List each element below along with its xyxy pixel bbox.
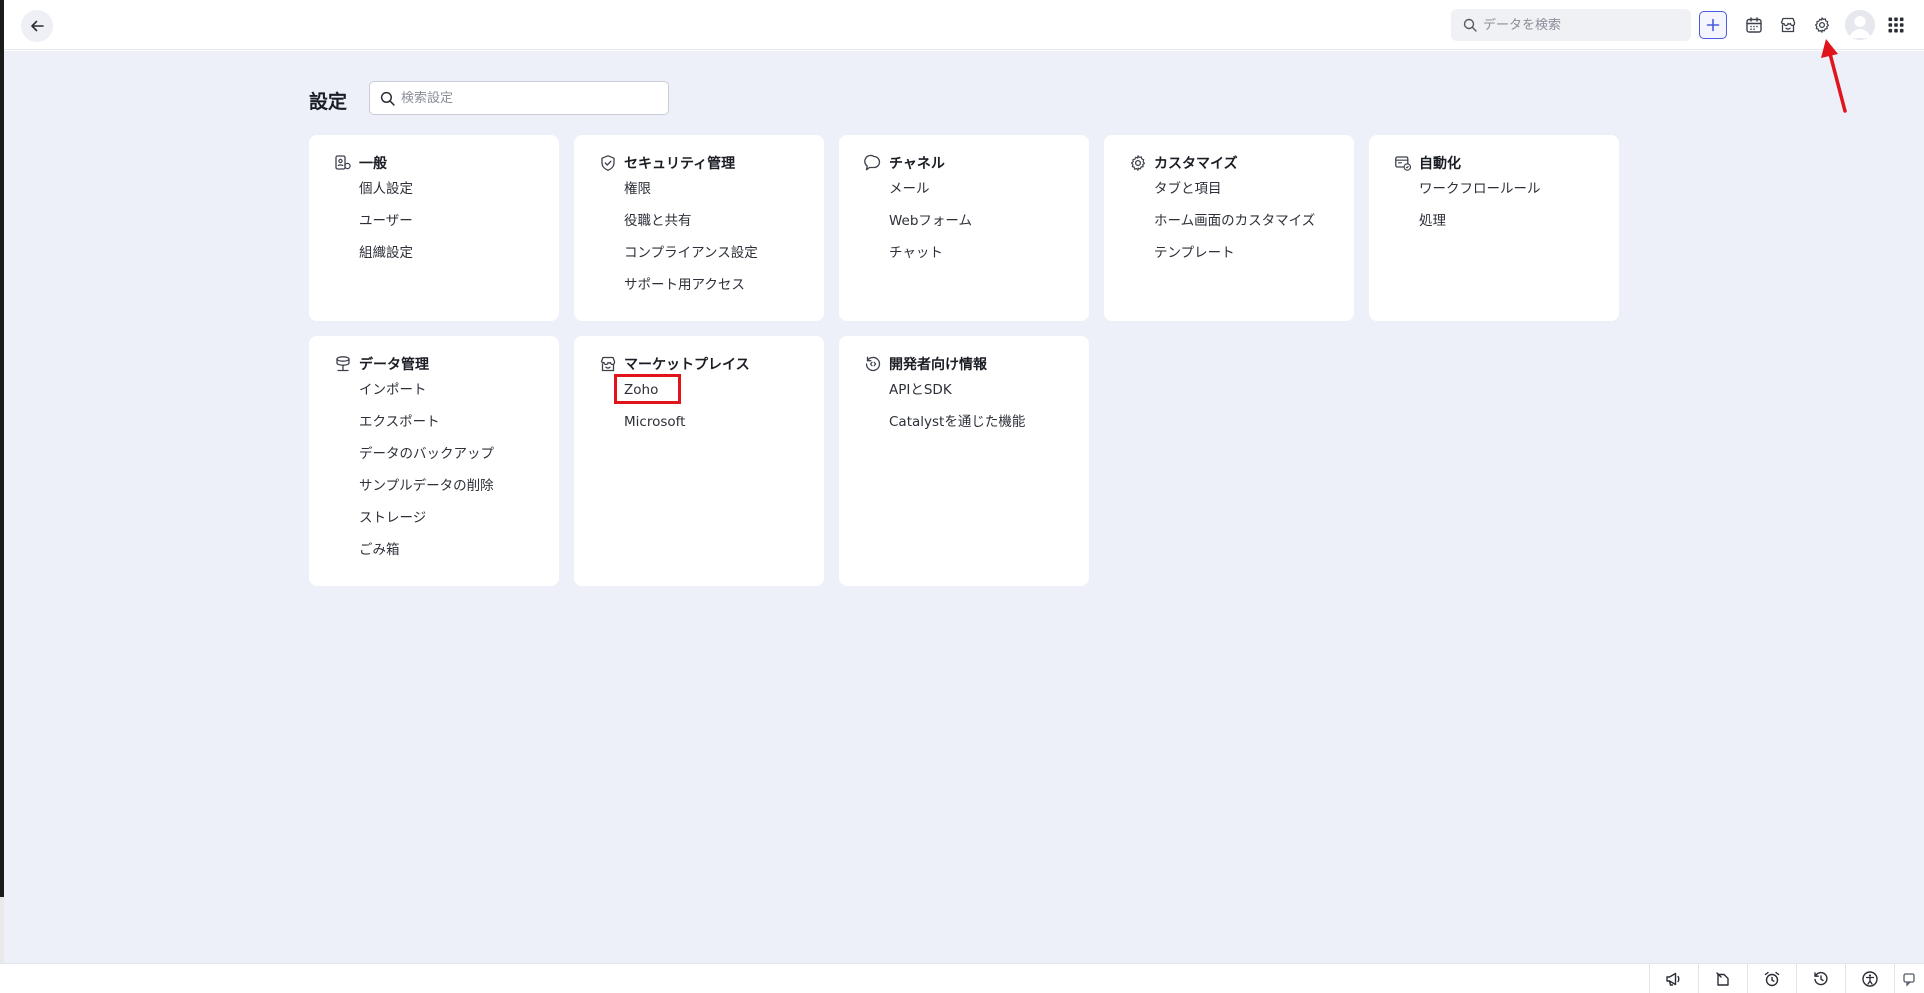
settings-button[interactable]	[1810, 13, 1834, 37]
card-header: 自動化	[1393, 153, 1461, 173]
settings-link-catalyst[interactable]: Catalystを通じた機能	[889, 414, 1025, 446]
settings-link-zoho[interactable]: Zoho	[614, 374, 685, 414]
shield-icon	[598, 153, 618, 173]
card-customize: カスタマイズ タブと項目 ホーム画面のカスタマイズ テンプレート	[1104, 135, 1354, 321]
history-icon	[1814, 971, 1828, 986]
developer-icon	[863, 354, 883, 374]
highlight-box	[614, 374, 681, 404]
create-new-button[interactable]	[1699, 11, 1727, 39]
settings-link-org[interactable]: 組織設定	[359, 245, 413, 277]
card-title: データ管理	[359, 357, 429, 373]
page-title: 設定	[309, 91, 348, 113]
feedback-button[interactable]	[1894, 964, 1924, 993]
announcements-button[interactable]	[1649, 964, 1698, 993]
store-icon	[598, 354, 618, 374]
settings-link-import[interactable]: インポート	[359, 382, 494, 414]
chat-bubble-icon	[863, 153, 883, 173]
card-header: データ管理	[333, 354, 429, 374]
settings-link-tabs-fields[interactable]: タブと項目	[1154, 181, 1315, 213]
card-automation: 自動化 ワークフロールール 処理	[1369, 135, 1619, 321]
automation-icon	[1393, 153, 1413, 173]
plus-icon	[1706, 18, 1720, 32]
settings-link-webforms[interactable]: Webフォーム	[889, 213, 972, 245]
app-launcher-button[interactable]	[1884, 13, 1908, 37]
card-marketplace: マーケットプレイス Zoho Microsoft	[574, 336, 824, 586]
settings-link-roles-sharing[interactable]: 役職と共有	[624, 213, 758, 245]
bottom-toolbar	[0, 963, 1924, 993]
global-search-input[interactable]	[1483, 17, 1683, 33]
card-general: 一般 個人設定 ユーザー 組織設定	[309, 135, 559, 321]
settings-link-workflow-rules[interactable]: ワークフロールール	[1419, 181, 1541, 213]
settings-link-support-access[interactable]: サポート用アクセス	[624, 277, 758, 309]
card-security: セキュリティ管理 権限 役職と共有 コンプライアンス設定 サポート用アクセス	[574, 135, 824, 321]
gear-icon	[1128, 153, 1148, 173]
search-icon	[1463, 18, 1477, 32]
accessibility-icon	[1862, 971, 1878, 987]
settings-page: 設定 一般 個人設定 ユーザー 組織設定 セキュリティ管理 権	[4, 51, 1924, 963]
card-title: カスタマイズ	[1154, 156, 1238, 172]
gear-icon	[1815, 17, 1829, 33]
settings-link-templates[interactable]: テンプレート	[1154, 245, 1315, 277]
alarm-clock-icon	[1764, 971, 1780, 987]
marketplace-button[interactable]	[1776, 13, 1800, 37]
search-icon	[380, 91, 395, 106]
back-button[interactable]	[21, 10, 53, 42]
settings-link-recycle-bin[interactable]: ごみ箱	[359, 542, 494, 574]
card-title: セキュリティ管理	[624, 156, 736, 172]
calendar-button[interactable]	[1742, 13, 1766, 37]
reminders-button[interactable]	[1747, 964, 1796, 993]
card-title: 一般	[359, 156, 387, 172]
calendar-icon	[1746, 17, 1762, 33]
settings-link-microsoft[interactable]: Microsoft	[624, 414, 685, 446]
card-header: マーケットプレイス	[598, 354, 750, 374]
settings-link-storage[interactable]: ストレージ	[359, 510, 494, 542]
user-card-icon	[333, 153, 353, 173]
global-search[interactable]	[1451, 9, 1691, 41]
store-icon	[1780, 17, 1796, 33]
card-title: チャネル	[889, 156, 945, 172]
annotation-arrow	[1821, 39, 1847, 113]
notes-button[interactable]	[1698, 964, 1747, 993]
note-pin-icon	[1716, 972, 1729, 986]
card-header: 開発者向け情報	[863, 354, 987, 374]
settings-link-users[interactable]: ユーザー	[359, 213, 413, 245]
arrow-left-icon	[31, 20, 44, 32]
recent-items-button[interactable]	[1796, 964, 1845, 993]
settings-link-actions[interactable]: 処理	[1419, 213, 1541, 245]
settings-link-chat[interactable]: チャット	[889, 245, 972, 277]
top-bar	[4, 0, 1924, 50]
settings-link-api-sdk[interactable]: APIとSDK	[889, 382, 1025, 414]
settings-link-data-backup[interactable]: データのバックアップ	[359, 446, 494, 478]
card-header: セキュリティ管理	[598, 153, 735, 173]
settings-link-permissions[interactable]: 権限	[624, 181, 758, 213]
grid-icon	[1888, 17, 1904, 33]
accessibility-button[interactable]	[1845, 964, 1894, 993]
settings-link-export[interactable]: エクスポート	[359, 414, 494, 446]
settings-link-personal[interactable]: 個人設定	[359, 181, 413, 213]
card-title: 開発者向け情報	[889, 357, 987, 373]
settings-link-email[interactable]: メール	[889, 181, 972, 213]
card-header: カスタマイズ	[1128, 153, 1238, 173]
card-header: 一般	[333, 153, 387, 173]
settings-link-delete-sample-data[interactable]: サンプルデータの削除	[359, 478, 494, 510]
settings-search[interactable]	[369, 81, 669, 115]
card-channels: チャネル メール Webフォーム チャット	[839, 135, 1089, 321]
card-header: チャネル	[863, 153, 945, 173]
megaphone-icon	[1666, 972, 1680, 986]
settings-link-home-customize[interactable]: ホーム画面のカスタマイズ	[1154, 213, 1315, 245]
settings-link-compliance[interactable]: コンプライアンス設定	[624, 245, 758, 277]
database-icon	[333, 354, 353, 374]
card-developer: 開発者向け情報 APIとSDK Catalystを通じた機能	[839, 336, 1089, 586]
card-title: マーケットプレイス	[624, 357, 750, 373]
card-data-management: データ管理 インポート エクスポート データのバックアップ サンプルデータの削除…	[309, 336, 559, 586]
card-title: 自動化	[1419, 156, 1461, 172]
feedback-icon	[1902, 973, 1915, 987]
settings-search-input[interactable]	[401, 90, 651, 106]
